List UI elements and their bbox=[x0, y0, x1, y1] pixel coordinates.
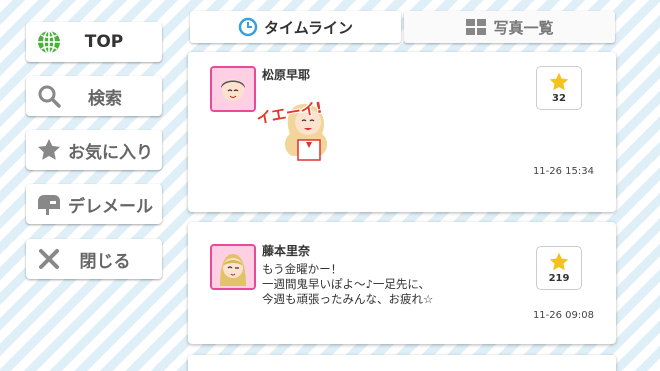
grid-icon bbox=[466, 19, 487, 35]
tab-timeline-label: タイムライン bbox=[264, 18, 353, 37]
tab-photos-label: 写真一覧 bbox=[493, 18, 554, 37]
like-button[interactable]: 32 bbox=[536, 66, 582, 110]
post-author: 松原早耶 bbox=[262, 68, 311, 82]
avatar[interactable] bbox=[210, 66, 256, 112]
top-button[interactable]: TOP bbox=[26, 22, 162, 62]
star-icon bbox=[549, 252, 569, 271]
timeline-post-partial bbox=[188, 355, 616, 371]
tab-timeline[interactable]: タイムライン bbox=[190, 11, 401, 43]
post-author: 藤本里奈 bbox=[262, 244, 311, 258]
timeline-post: 松原早耶 イエーイ! 32 11-26 15:34 bbox=[188, 52, 616, 212]
avatar[interactable] bbox=[210, 244, 256, 290]
post-message-line: もう金曜かー！ bbox=[262, 262, 343, 276]
post-timestamp: 11-26 09:08 bbox=[532, 310, 594, 321]
like-count: 32 bbox=[552, 93, 566, 104]
search-label: 検索 bbox=[88, 88, 122, 109]
favorites-label: お気に入り bbox=[68, 142, 153, 163]
mailbox-icon bbox=[38, 195, 60, 215]
top-label: TOP bbox=[84, 32, 124, 52]
favorites-button[interactable]: お気に入り bbox=[26, 130, 162, 170]
search-button[interactable]: 検索 bbox=[26, 76, 162, 116]
tab-photos[interactable]: 写真一覧 bbox=[404, 11, 615, 43]
post-message: もう金曜かー！ 一週間鬼早いぽよ〜♪一足先に、 今週も頑張ったみんな、お疲れ☆ bbox=[262, 262, 433, 307]
like-count: 219 bbox=[548, 273, 570, 284]
clock-icon bbox=[238, 17, 258, 37]
star-icon bbox=[38, 139, 60, 160]
close-button[interactable]: 閉じる bbox=[26, 239, 162, 279]
post-message-line: 一週間鬼早いぽよ〜♪一足先に、 bbox=[262, 277, 430, 291]
post-message-line: 今週も頑張ったみんな、お疲れ☆ bbox=[262, 292, 434, 306]
deremail-label: デレメール bbox=[68, 196, 153, 217]
post-timestamp: 11-26 15:34 bbox=[532, 166, 594, 177]
stamp-sticker[interactable]: イエーイ! bbox=[255, 84, 352, 162]
timeline-post: 藤本里奈 もう金曜かー！ 一週間鬼早いぽよ〜♪一足先に、 今週も頑張ったみんな、… bbox=[188, 222, 616, 344]
deremail-button[interactable]: デレメール bbox=[26, 184, 162, 224]
close-label: 閉じる bbox=[79, 251, 131, 272]
like-button[interactable]: 219 bbox=[536, 246, 582, 290]
star-icon bbox=[549, 72, 569, 91]
